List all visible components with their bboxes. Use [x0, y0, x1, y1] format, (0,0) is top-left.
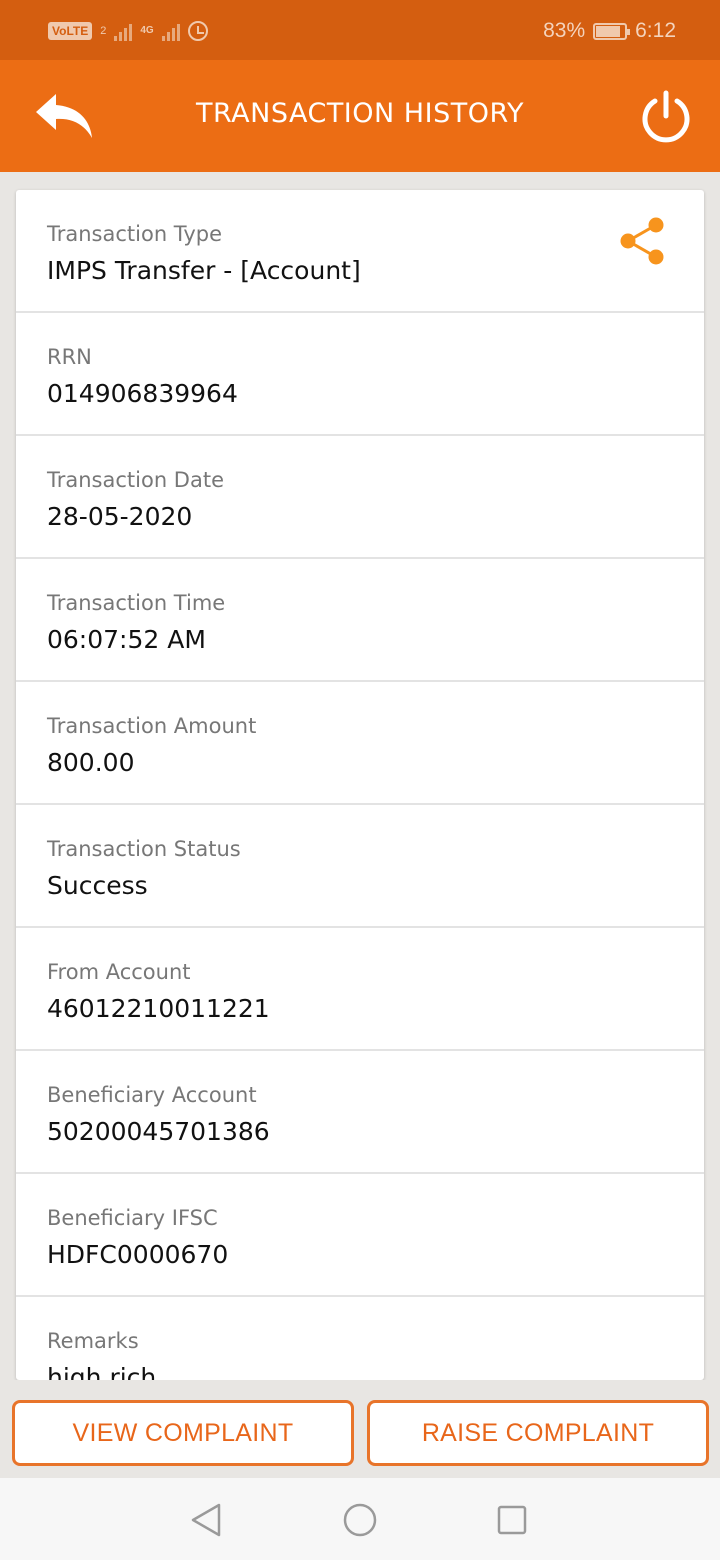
signal-icon [114, 21, 133, 41]
signal-icon-2 [161, 21, 180, 41]
square-recents-icon [497, 1505, 527, 1535]
clock: 6:12 [635, 19, 676, 42]
detail-row-beneficiary-ifsc: Beneficiary IFSC HDFC0000670 [16, 1174, 704, 1297]
detail-row-transaction-amount: Transaction Amount 800.00 [16, 682, 704, 805]
detail-row-transaction-date: Transaction Date 28-05-2020 [16, 436, 704, 559]
detail-value: 06:07:52 AM [47, 625, 206, 654]
detail-value: IMPS Transfer - [Account] [47, 256, 361, 285]
detail-label: Beneficiary IFSC [47, 1206, 218, 1230]
detail-label: From Account [47, 960, 191, 984]
detail-label: Transaction Amount [47, 714, 257, 738]
detail-label: RRN [47, 345, 92, 369]
detail-label: Remarks [47, 1329, 139, 1353]
network-type-label: 4G [140, 25, 154, 36]
detail-value: 28-05-2020 [47, 502, 193, 531]
status-bar: VoLTE 2 4G 83% 6:12 [0, 0, 720, 60]
detail-row-transaction-type: Transaction Type IMPS Transfer - [Accoun… [16, 190, 704, 313]
detail-value: high rich [47, 1363, 157, 1380]
detail-label: Transaction Time [47, 591, 226, 615]
detail-row-transaction-time: Transaction Time 06:07:52 AM [16, 559, 704, 682]
detail-value: HDFC0000670 [47, 1240, 229, 1269]
power-icon [642, 90, 690, 143]
app-header: TRANSACTION HISTORY [0, 60, 720, 172]
battery-percent: 83% [543, 19, 586, 42]
detail-label: Transaction Status [47, 837, 241, 861]
circle-home-icon [343, 1503, 377, 1537]
detail-label: Transaction Date [47, 468, 225, 492]
action-bar: VIEW COMPLAINT RAISE COMPLAINT [0, 1380, 720, 1478]
triangle-back-icon [191, 1503, 221, 1537]
status-indicators: VoLTE 2 4G [48, 16, 208, 46]
system-nav-bar [0, 1478, 720, 1560]
detail-row-remarks: Remarks high rich [16, 1297, 704, 1380]
detail-value: 800.00 [47, 748, 135, 777]
logout-button[interactable] [638, 88, 694, 144]
detail-label: Transaction Type [47, 222, 223, 246]
page-title: TRANSACTION HISTORY [196, 98, 524, 129]
nav-home-button[interactable] [340, 1500, 380, 1540]
detail-value: 50200045701386 [47, 1117, 270, 1146]
share-button[interactable] [616, 214, 670, 268]
alarm-icon [187, 21, 208, 41]
raise-complaint-button[interactable]: RAISE COMPLAINT [367, 1400, 709, 1466]
detail-row-from-account: From Account 46012210011221 [16, 928, 704, 1051]
battery-icon [593, 22, 631, 40]
status-right: 83% 6:12 [543, 16, 676, 46]
share-icon [620, 217, 664, 265]
transaction-details-card: Transaction Type IMPS Transfer - [Accoun… [16, 190, 704, 1380]
nav-back-button[interactable] [186, 1500, 226, 1540]
sim-slot-label: 2 [100, 25, 107, 37]
detail-value: 46012210011221 [47, 994, 270, 1023]
volte-badge: VoLTE [48, 22, 93, 40]
detail-value: Success [47, 871, 148, 900]
detail-row-rrn: RRN 014906839964 [16, 313, 704, 436]
detail-row-transaction-status: Transaction Status Success [16, 805, 704, 928]
detail-row-beneficiary-account: Beneficiary Account 50200045701386 [16, 1051, 704, 1174]
nav-recents-button[interactable] [492, 1500, 532, 1540]
detail-value: 014906839964 [47, 379, 238, 408]
view-complaint-button[interactable]: VIEW COMPLAINT [12, 1400, 354, 1466]
detail-label: Beneficiary Account [47, 1083, 257, 1107]
